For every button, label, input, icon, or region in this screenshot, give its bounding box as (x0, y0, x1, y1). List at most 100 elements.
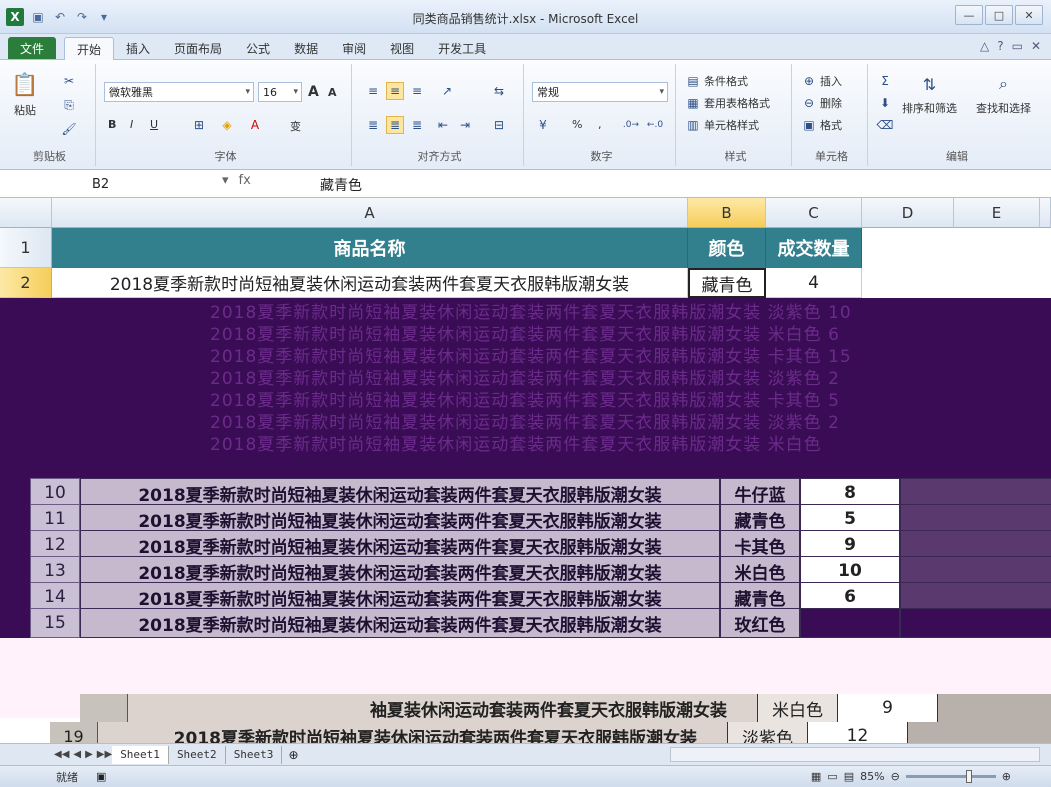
close-button[interactable]: ✕ (1015, 5, 1043, 25)
tab-page-layout[interactable]: 页面布局 (162, 37, 234, 60)
number-format-combo[interactable]: 常规 ▾ (532, 82, 668, 102)
align-middle-icon[interactable]: ≡ (386, 82, 404, 100)
vertical-scrollbar-top[interactable] (1040, 198, 1051, 228)
cut-icon[interactable]: ✂ (60, 72, 78, 90)
bold-button[interactable]: B (108, 118, 116, 131)
tab-file[interactable]: 文件 (8, 37, 56, 59)
new-sheet-icon[interactable]: ⊕ (282, 748, 298, 762)
header-cell-color[interactable]: 颜色 (688, 228, 766, 268)
orientation-icon[interactable]: ↗ (438, 82, 456, 100)
macro-record-icon[interactable]: ▣ (78, 770, 106, 783)
format-cells-button[interactable]: ▣ 格式 (800, 116, 842, 134)
find-select-button[interactable]: ⌕ 查找和选择 (976, 70, 1031, 116)
borders-icon[interactable]: ⊞ (190, 116, 208, 134)
align-bottom-icon[interactable]: ≡ (408, 82, 426, 100)
maximize-button[interactable]: □ (985, 5, 1013, 25)
paste-button[interactable]: 📋 粘贴 (10, 70, 40, 118)
zoom-slider-thumb[interactable] (965, 770, 972, 783)
help-icon[interactable]: ? (997, 39, 1003, 53)
page-layout-view-icon[interactable]: ▭ (827, 770, 837, 783)
cell-a2[interactable]: 2018夏季新款时尚短袖夏装休闲运动套装两件套夏天衣服韩版潮女装 (52, 268, 688, 298)
comma-button[interactable]: , (598, 118, 602, 131)
column-header-c[interactable]: C (766, 198, 862, 228)
sort-filter-button[interactable]: ⇅ 排序和筛选 (902, 70, 957, 116)
wrap-text-icon[interactable]: ⇆ (490, 82, 508, 100)
header-cell-quantity[interactable]: 成交数量 (766, 228, 862, 268)
fx-icon[interactable]: fx (239, 173, 251, 188)
row-header-2[interactable]: 2 (0, 268, 52, 298)
row-header-1[interactable]: 1 (0, 228, 52, 268)
group-editing: Σ ⬇ ⌫ ⇅ 排序和筛选 ⌕ 查找和选择 编辑 (872, 64, 1042, 166)
cell-styles-button[interactable]: ▥ 单元格样式 (684, 116, 759, 134)
zoom-slider[interactable] (905, 770, 996, 783)
insert-cells-button[interactable]: ⊕ 插入 (800, 72, 842, 90)
table-row[interactable]: 袖夏装休闲运动套装两件套夏天衣服韩版潮女装 米白色 9 (80, 694, 1051, 722)
align-top-icon[interactable]: ≡ (364, 82, 382, 100)
column-header-e[interactable]: E (954, 198, 1040, 228)
tab-view[interactable]: 视图 (378, 37, 426, 60)
table-row[interactable]: 19 2018夏季新款时尚短袖夏装休闲运动套装两件套夏天衣服韩版潮女装 淡紫色 12 (50, 722, 1051, 743)
next-sheet-icon[interactable]: ▶ (85, 749, 93, 760)
tab-insert[interactable]: 插入 (114, 37, 162, 60)
underline-button[interactable]: U (150, 118, 158, 131)
tab-review[interactable]: 审阅 (330, 37, 378, 60)
last-sheet-icon[interactable]: ▶▶ (97, 749, 112, 760)
currency-icon[interactable]: ¥ (534, 116, 552, 134)
select-all-corner[interactable] (0, 198, 52, 228)
cell-c2[interactable]: 4 (766, 268, 862, 298)
conditional-formatting-button[interactable]: ▤ 条件格式 (684, 72, 748, 90)
grow-font-button[interactable]: A (308, 84, 319, 100)
column-header-b[interactable]: B (688, 198, 766, 228)
restore-icon[interactable]: ▭ (1012, 39, 1023, 53)
fill-color-icon[interactable]: ◈ (218, 116, 236, 134)
delete-cells-button[interactable]: ⊖ 删除 (800, 94, 842, 112)
merge-center-icon[interactable]: ⊟ (490, 116, 508, 134)
font-name-combo[interactable]: 微软雅黑 ▾ (104, 82, 254, 102)
name-box[interactable]: B2 (4, 173, 214, 195)
close-workbook-icon[interactable]: ✕ (1031, 39, 1041, 53)
sheet-tab-3[interactable]: Sheet3 (226, 745, 283, 764)
page-break-view-icon[interactable]: ▤ (844, 770, 854, 783)
column-header-a[interactable]: A (52, 198, 688, 228)
zoom-out-icon[interactable]: ⊖ (891, 770, 900, 783)
column-header-d[interactable]: D (862, 198, 954, 228)
decrease-decimal-icon[interactable]: ←.0 (646, 116, 664, 134)
prev-sheet-icon[interactable]: ◀ (73, 749, 81, 760)
zoom-in-icon[interactable]: ⊕ (1002, 770, 1011, 783)
italic-button[interactable]: I (130, 118, 133, 131)
font-size-combo[interactable]: 16 ▾ (258, 82, 302, 102)
shrink-font-button[interactable]: A (328, 86, 337, 99)
zoom-level[interactable]: 85% (860, 770, 884, 783)
align-left-icon[interactable]: ≣ (364, 116, 382, 134)
clear-icon[interactable]: ⌫ (876, 116, 894, 134)
tab-home[interactable]: 开始 (64, 37, 115, 60)
first-sheet-icon[interactable]: ◀◀ (54, 749, 69, 760)
table-row[interactable]: 15 2018夏季新款时尚短袖夏装休闲运动套装两件套夏天衣服韩版潮女装 玫红色 (30, 608, 1051, 638)
formula-input[interactable]: 藏青色 (320, 175, 362, 195)
minimize-ribbon-icon[interactable]: △ (980, 39, 989, 53)
font-color-icon[interactable]: A (246, 116, 264, 134)
header-cell-product-name[interactable]: 商品名称 (52, 228, 688, 268)
sheet-tab-1[interactable]: Sheet1 (112, 745, 169, 764)
phonetic-button[interactable]: 变 (290, 118, 301, 134)
sheet-tab-2[interactable]: Sheet2 (169, 745, 226, 764)
increase-indent-icon[interactable]: ⇥ (456, 116, 474, 134)
normal-view-icon[interactable]: ▦ (811, 770, 821, 783)
percent-button[interactable]: % (572, 118, 582, 131)
align-center-icon[interactable]: ≣ (386, 116, 404, 134)
increase-decimal-icon[interactable]: .0→ (622, 116, 640, 134)
name-box-dropdown-icon[interactable]: ▾ (222, 173, 229, 188)
decrease-indent-icon[interactable]: ⇤ (434, 116, 452, 134)
autosum-icon[interactable]: Σ (876, 72, 894, 90)
cell-b2-selected[interactable]: 藏青色 (688, 268, 766, 298)
fill-icon[interactable]: ⬇ (876, 94, 894, 112)
tab-developer[interactable]: 开发工具 (426, 37, 498, 60)
format-as-table-button[interactable]: ▦ 套用表格格式 (684, 94, 770, 112)
minimize-button[interactable]: — (955, 5, 983, 25)
tab-data[interactable]: 数据 (282, 37, 330, 60)
copy-icon[interactable]: ⎘ (60, 96, 78, 114)
align-right-icon[interactable]: ≣ (408, 116, 426, 134)
format-painter-icon[interactable]: 🖌 (60, 120, 78, 138)
tab-formulas[interactable]: 公式 (234, 37, 282, 60)
horizontal-scrollbar[interactable] (670, 747, 1040, 762)
